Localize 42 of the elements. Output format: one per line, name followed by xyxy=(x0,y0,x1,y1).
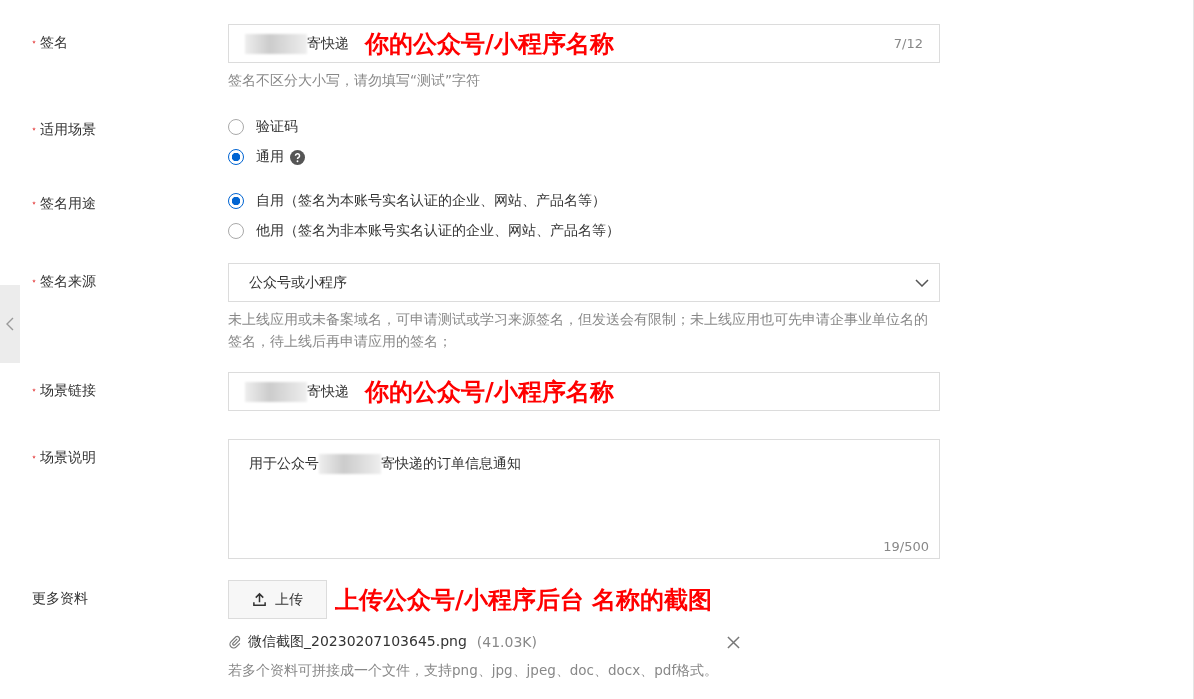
dropdown-select[interactable]: 公众号或小程序 xyxy=(228,263,940,302)
field-value: 寄快递的订单信息通知 xyxy=(381,455,521,473)
field-value: 寄快递 xyxy=(307,34,349,53)
chevron-left-icon xyxy=(6,317,14,331)
annotation-text: 上传公众号/小程序后台 名称的截图 xyxy=(335,584,713,616)
select-value: 公众号或小程序 xyxy=(249,273,347,292)
field-label: 场景链接 xyxy=(40,382,96,400)
radio-button[interactable] xyxy=(228,149,244,165)
field-label: 更多资料 xyxy=(32,590,88,608)
upload-button[interactable]: 上传 xyxy=(228,580,327,619)
help-icon[interactable] xyxy=(290,149,305,165)
file-size: (41.03K) xyxy=(476,634,537,650)
field-label: 签名 xyxy=(40,34,68,52)
annotation-text: 你的公众号/小程序名称 xyxy=(365,376,614,408)
radio-button[interactable] xyxy=(228,223,244,239)
character-counter: 7/12 xyxy=(893,36,923,51)
character-counter: 19/500 xyxy=(883,539,929,554)
paperclip-icon xyxy=(228,635,242,649)
radio-label[interactable]: 自用（签名为本账号实名认证的企业、网站、产品名等） xyxy=(256,192,606,210)
annotation-text: 你的公众号/小程序名称 xyxy=(365,28,614,60)
text-field[interactable]: 寄快递 你的公众号/小程序名称 xyxy=(228,372,940,411)
hint-text: 若多个资料可拼接成一个文件，支持png、jpg、jpeg、doc、docx、pdf格式。 xyxy=(228,661,720,680)
radio-label[interactable]: 他用（签名为非本账号实名认证的企业、网站、产品名等） xyxy=(256,222,620,240)
upload-icon xyxy=(252,592,267,607)
hint-text: 签名不区分大小写，请勿填写“测试”字符 xyxy=(228,71,481,90)
radio-button[interactable] xyxy=(228,193,244,209)
radio-label[interactable]: 通用 xyxy=(256,148,284,166)
text-field[interactable]: 寄快递 你的公众号/小程序名称 7/12 xyxy=(228,24,940,63)
field-value: 用于公众号 xyxy=(249,455,319,473)
chevron-down-icon xyxy=(915,278,929,287)
radio-button[interactable] xyxy=(228,119,244,135)
text-area[interactable]: 用于公众号 寄快递的订单信息通知 19/500 xyxy=(228,439,940,559)
redaction-block xyxy=(319,454,381,474)
field-value: 寄快递 xyxy=(307,382,349,401)
radio-label[interactable]: 验证码 xyxy=(256,118,298,136)
field-label: 适用场景 xyxy=(40,121,96,139)
close-icon[interactable] xyxy=(727,635,740,649)
field-label: 签名来源 xyxy=(40,273,96,291)
field-label: 场景说明 xyxy=(40,449,96,467)
field-label: 签名用途 xyxy=(40,195,96,213)
file-name[interactable]: 微信截图_20230207103645.png xyxy=(248,633,467,651)
hint-text: 未上线应用或未备案域名，可申请测试或学习来源签名，但发送会有限制；未上线应用也可先申请企事业单位名的签名，待上线后再申请应用的签名； xyxy=(228,310,929,351)
